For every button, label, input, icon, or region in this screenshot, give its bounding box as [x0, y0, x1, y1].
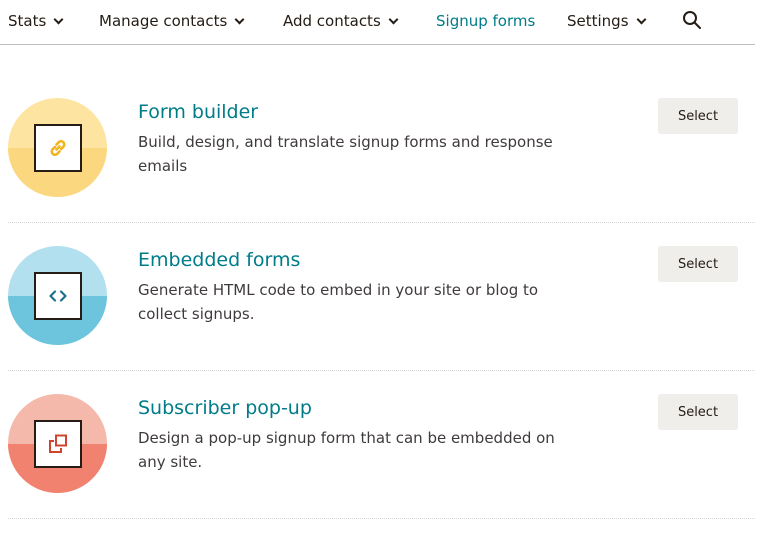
search-icon: [683, 11, 701, 29]
nav-item-add-contacts[interactable]: Add contacts: [283, 11, 399, 31]
option-embedded-forms: Embedded forms Generate HTML code to emb…: [8, 246, 755, 394]
select-button[interactable]: Select: [658, 394, 738, 430]
nav-item-stats[interactable]: Stats: [8, 11, 64, 31]
option-title[interactable]: Subscriber pop-up: [138, 396, 312, 420]
option-description: Generate HTML code to embed in your site…: [138, 281, 539, 323]
option-description: Design a pop-up signup form that can be …: [138, 429, 555, 471]
nav-item-label: Stats: [8, 12, 47, 30]
nav-item-label: Add contacts: [283, 12, 381, 30]
nav-item-signup-forms[interactable]: Signup forms: [436, 11, 535, 31]
option-title[interactable]: Embedded forms: [138, 248, 300, 272]
embedded-forms-illustration: [8, 246, 107, 345]
chevron-down-icon: [636, 14, 646, 25]
nav-item-label: Settings: [567, 12, 629, 30]
code-brackets-icon: [49, 290, 67, 302]
nav-item-label: Signup forms: [436, 12, 536, 30]
chevron-down-icon: [234, 14, 245, 25]
nav-item-label: Manage contacts: [99, 12, 228, 30]
nav-item-settings[interactable]: Settings: [567, 11, 646, 31]
subscriber-popup-illustration: [8, 394, 107, 493]
divider: [8, 222, 755, 223]
chevron-down-icon: [53, 14, 64, 25]
option-form-builder: Form builder Build, design, and translat…: [8, 98, 755, 246]
option-title[interactable]: Form builder: [138, 100, 258, 124]
select-button[interactable]: Select: [658, 98, 738, 134]
divider: [8, 518, 755, 519]
search-button[interactable]: [682, 10, 702, 30]
option-subscriber-popup: Subscriber pop-up Design a pop-up signup…: [8, 394, 755, 542]
option-description: Build, design, and translate signup form…: [138, 133, 553, 175]
form-builder-illustration: [8, 98, 107, 197]
top-nav: Stats Manage contacts Add contacts Signu…: [0, 0, 755, 45]
divider: [8, 370, 755, 371]
link-icon: [50, 140, 66, 156]
select-button[interactable]: Select: [658, 246, 738, 282]
chevron-down-icon: [388, 14, 399, 25]
nav-item-manage-contacts[interactable]: Manage contacts: [99, 11, 245, 31]
popup-window-icon: [49, 434, 67, 453]
